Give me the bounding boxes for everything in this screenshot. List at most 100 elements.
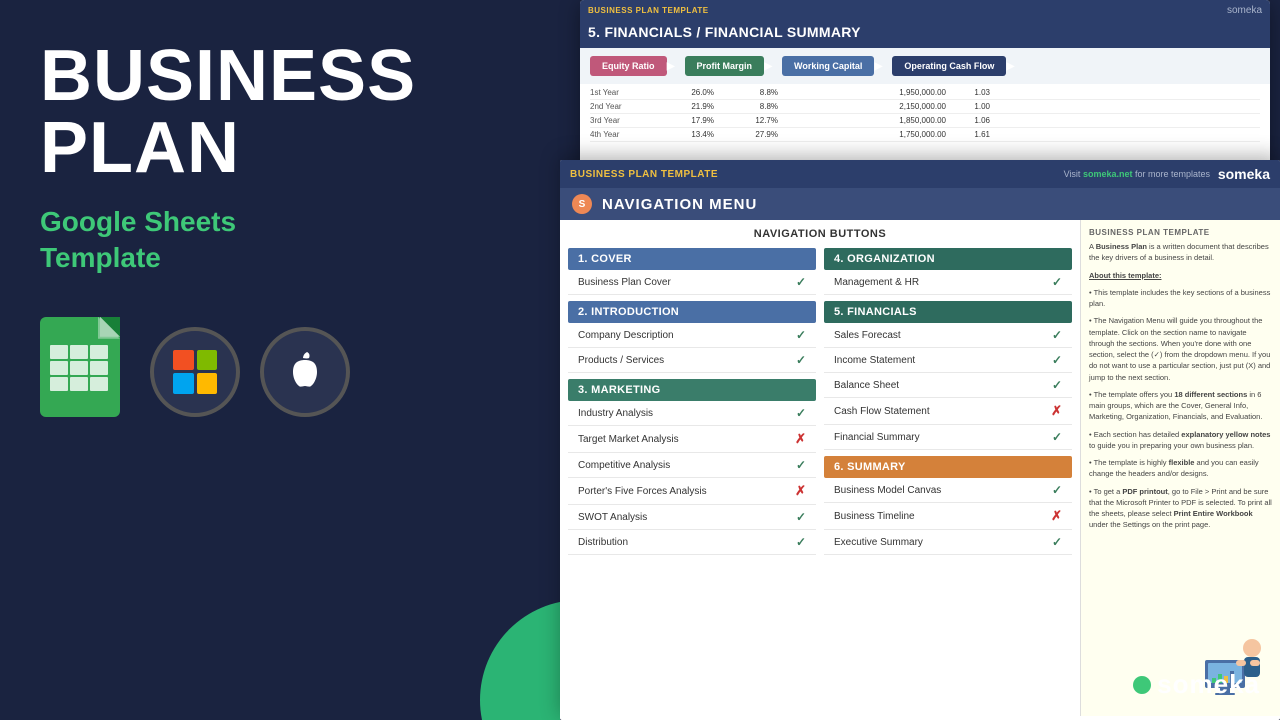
nav-left-column: 1. COVER Business Plan Cover ✓ 2. INTROD… bbox=[568, 248, 816, 555]
info-text-3: • The Navigation Menu will guide you thr… bbox=[1089, 315, 1272, 383]
check-icon: ✓ bbox=[1052, 378, 1062, 392]
subtitle: Google Sheets Template bbox=[40, 204, 520, 277]
nav-grid: 1. COVER Business Plan Cover ✓ 2. INTROD… bbox=[568, 248, 1072, 555]
item-label: Cash Flow Statement bbox=[834, 406, 930, 417]
item-label: Porter's Five Forces Analysis bbox=[578, 486, 707, 497]
main-nav-sheet: BUSINESS PLAN TEMPLATE Visit someka.net … bbox=[560, 160, 1280, 720]
nav-someka-brand: someka bbox=[1218, 166, 1270, 182]
check-icon: ✓ bbox=[796, 275, 806, 289]
info-text-about: About this template: bbox=[1089, 270, 1272, 281]
main-title: BUSINESS PLAN bbox=[40, 40, 520, 184]
check-icon: ✓ bbox=[1052, 535, 1062, 549]
summary-header: 6. SUMMARY bbox=[824, 456, 1072, 478]
check-icon: ✓ bbox=[1052, 275, 1062, 289]
list-item[interactable]: Competitive Analysis ✓ bbox=[568, 453, 816, 478]
cash-flow-box: Operating Cash Flow bbox=[892, 56, 1006, 76]
cover-header: 1. COVER bbox=[568, 248, 816, 270]
item-label: Executive Summary bbox=[834, 537, 923, 548]
item-label: Distribution bbox=[578, 537, 628, 548]
cross-icon: ✗ bbox=[795, 431, 806, 447]
cross-icon: ✗ bbox=[1051, 508, 1062, 524]
logo-circle: S bbox=[572, 194, 592, 214]
item-label: Business Model Canvas bbox=[834, 485, 941, 496]
item-label: SWOT Analysis bbox=[578, 512, 647, 523]
someka-text: someka bbox=[1157, 669, 1260, 700]
apple-icon bbox=[260, 327, 350, 417]
marketing-header: 3. MARKETING bbox=[568, 379, 816, 401]
check-icon: ✓ bbox=[796, 353, 806, 367]
introduction-header: 2. INTRODUCTION bbox=[568, 301, 816, 323]
list-item[interactable]: Cash Flow Statement ✗ bbox=[824, 398, 1072, 425]
item-label: Competitive Analysis bbox=[578, 460, 670, 471]
list-item[interactable]: Executive Summary ✓ bbox=[824, 530, 1072, 555]
top-someka: someka bbox=[1227, 5, 1262, 16]
platform-icons-row bbox=[40, 317, 520, 427]
list-item[interactable]: Industry Analysis ✓ bbox=[568, 401, 816, 426]
item-label: Income Statement bbox=[834, 355, 915, 366]
cross-icon: ✗ bbox=[795, 483, 806, 499]
data-rows: 1st Year26.0%8.8%1,950,000.001.03 2nd Ye… bbox=[580, 84, 1270, 144]
top-spreadsheet: BUSINESS PLAN TEMPLATE someka 5. FINANCI… bbox=[580, 0, 1270, 165]
nav-buttons-title: NAVIGATION BUTTONS bbox=[568, 228, 1072, 240]
check-icon: ✓ bbox=[796, 328, 806, 342]
info-text-2: • This template includes the key section… bbox=[1089, 287, 1272, 310]
table-row: 3rd Year17.9%12.7%1,850,000.001.06 bbox=[590, 114, 1260, 128]
list-item[interactable]: Business Timeline ✗ bbox=[824, 503, 1072, 530]
item-label: Industry Analysis bbox=[578, 408, 653, 419]
check-icon: ✓ bbox=[1052, 483, 1062, 497]
item-label: Balance Sheet bbox=[834, 380, 899, 391]
financials-header: 5. FINANCIALS bbox=[824, 301, 1072, 323]
nav-content-area: NAVIGATION BUTTONS 1. COVER Business Pla… bbox=[560, 220, 1280, 716]
nav-header-bar: BUSINESS PLAN TEMPLATE Visit someka.net … bbox=[560, 160, 1280, 188]
list-item[interactable]: Balance Sheet ✓ bbox=[824, 373, 1072, 398]
table-row: 2nd Year21.9%8.8%2,150,000.001.00 bbox=[590, 100, 1260, 114]
item-label: Business Timeline bbox=[834, 511, 915, 522]
item-label: Company Description bbox=[578, 330, 674, 341]
item-label: Financial Summary bbox=[834, 432, 920, 443]
check-icon: ✓ bbox=[1052, 430, 1062, 444]
google-sheets-icon bbox=[40, 317, 130, 427]
list-item[interactable]: Management & HR ✓ bbox=[824, 270, 1072, 295]
info-text-5: • Each section has detailed explanatory … bbox=[1089, 429, 1272, 452]
item-label: Business Plan Cover bbox=[578, 277, 671, 288]
nav-right-column: 4. ORGANIZATION Management & HR ✓ 5. FIN… bbox=[824, 248, 1072, 555]
list-item[interactable]: Target Market Analysis ✗ bbox=[568, 426, 816, 453]
item-label: Products / Services bbox=[578, 355, 664, 366]
item-label: Sales Forecast bbox=[834, 330, 901, 341]
list-item[interactable]: Company Description ✓ bbox=[568, 323, 816, 348]
info-text-1: A Business Plan is a written document th… bbox=[1089, 241, 1272, 264]
nav-main-area: NAVIGATION BUTTONS 1. COVER Business Pla… bbox=[560, 220, 1080, 716]
check-icon: ✓ bbox=[1052, 328, 1062, 342]
info-panel: BUSINESS PLAN TEMPLATE A Business Plan i… bbox=[1080, 220, 1280, 716]
top-section-title: 5. FINANCIALS / FINANCIAL SUMMARY bbox=[588, 24, 861, 40]
item-label: Target Market Analysis bbox=[578, 434, 679, 445]
flow-arrows-row: Equity Ratio Profit Margin Working Capit… bbox=[580, 48, 1270, 84]
list-item[interactable]: Distribution ✓ bbox=[568, 530, 816, 555]
top-template-label: BUSINESS PLAN TEMPLATE bbox=[588, 6, 709, 15]
list-item[interactable]: Financial Summary ✓ bbox=[824, 425, 1072, 450]
someka-branding: someka bbox=[1133, 669, 1260, 700]
nav-menu-label: NAVIGATION MENU bbox=[602, 196, 757, 213]
nav-template-label: BUSINESS PLAN TEMPLATE bbox=[570, 169, 718, 180]
list-item[interactable]: Business Plan Cover ✓ bbox=[568, 270, 816, 295]
list-item[interactable]: Porter's Five Forces Analysis ✗ bbox=[568, 478, 816, 505]
info-text-7: • To get a PDF printout, go to File > Pr… bbox=[1089, 486, 1272, 531]
right-panel: BUSINESS PLAN TEMPLATE someka 5. FINANCI… bbox=[560, 0, 1280, 720]
visit-someka-text: Visit someka.net for more templates bbox=[1064, 169, 1210, 179]
windows-icon bbox=[150, 327, 240, 417]
check-icon: ✓ bbox=[796, 510, 806, 524]
info-header: BUSINESS PLAN TEMPLATE bbox=[1089, 228, 1272, 237]
check-icon: ✓ bbox=[796, 406, 806, 420]
left-panel: BUSINESS PLAN Google Sheets Template bbox=[0, 0, 560, 720]
table-row: 4th Year13.4%27.9%1,750,000.001.61 bbox=[590, 128, 1260, 142]
list-item[interactable]: Income Statement ✓ bbox=[824, 348, 1072, 373]
list-item[interactable]: Business Model Canvas ✓ bbox=[824, 478, 1072, 503]
cross-icon: ✗ bbox=[1051, 403, 1062, 419]
list-item[interactable]: SWOT Analysis ✓ bbox=[568, 505, 816, 530]
check-icon: ✓ bbox=[1052, 353, 1062, 367]
someka-dot bbox=[1133, 676, 1151, 694]
working-capital-box: Working Capital bbox=[782, 56, 874, 76]
list-item[interactable]: Products / Services ✓ bbox=[568, 348, 816, 373]
list-item[interactable]: Sales Forecast ✓ bbox=[824, 323, 1072, 348]
table-row: 1st Year26.0%8.8%1,950,000.001.03 bbox=[590, 86, 1260, 100]
